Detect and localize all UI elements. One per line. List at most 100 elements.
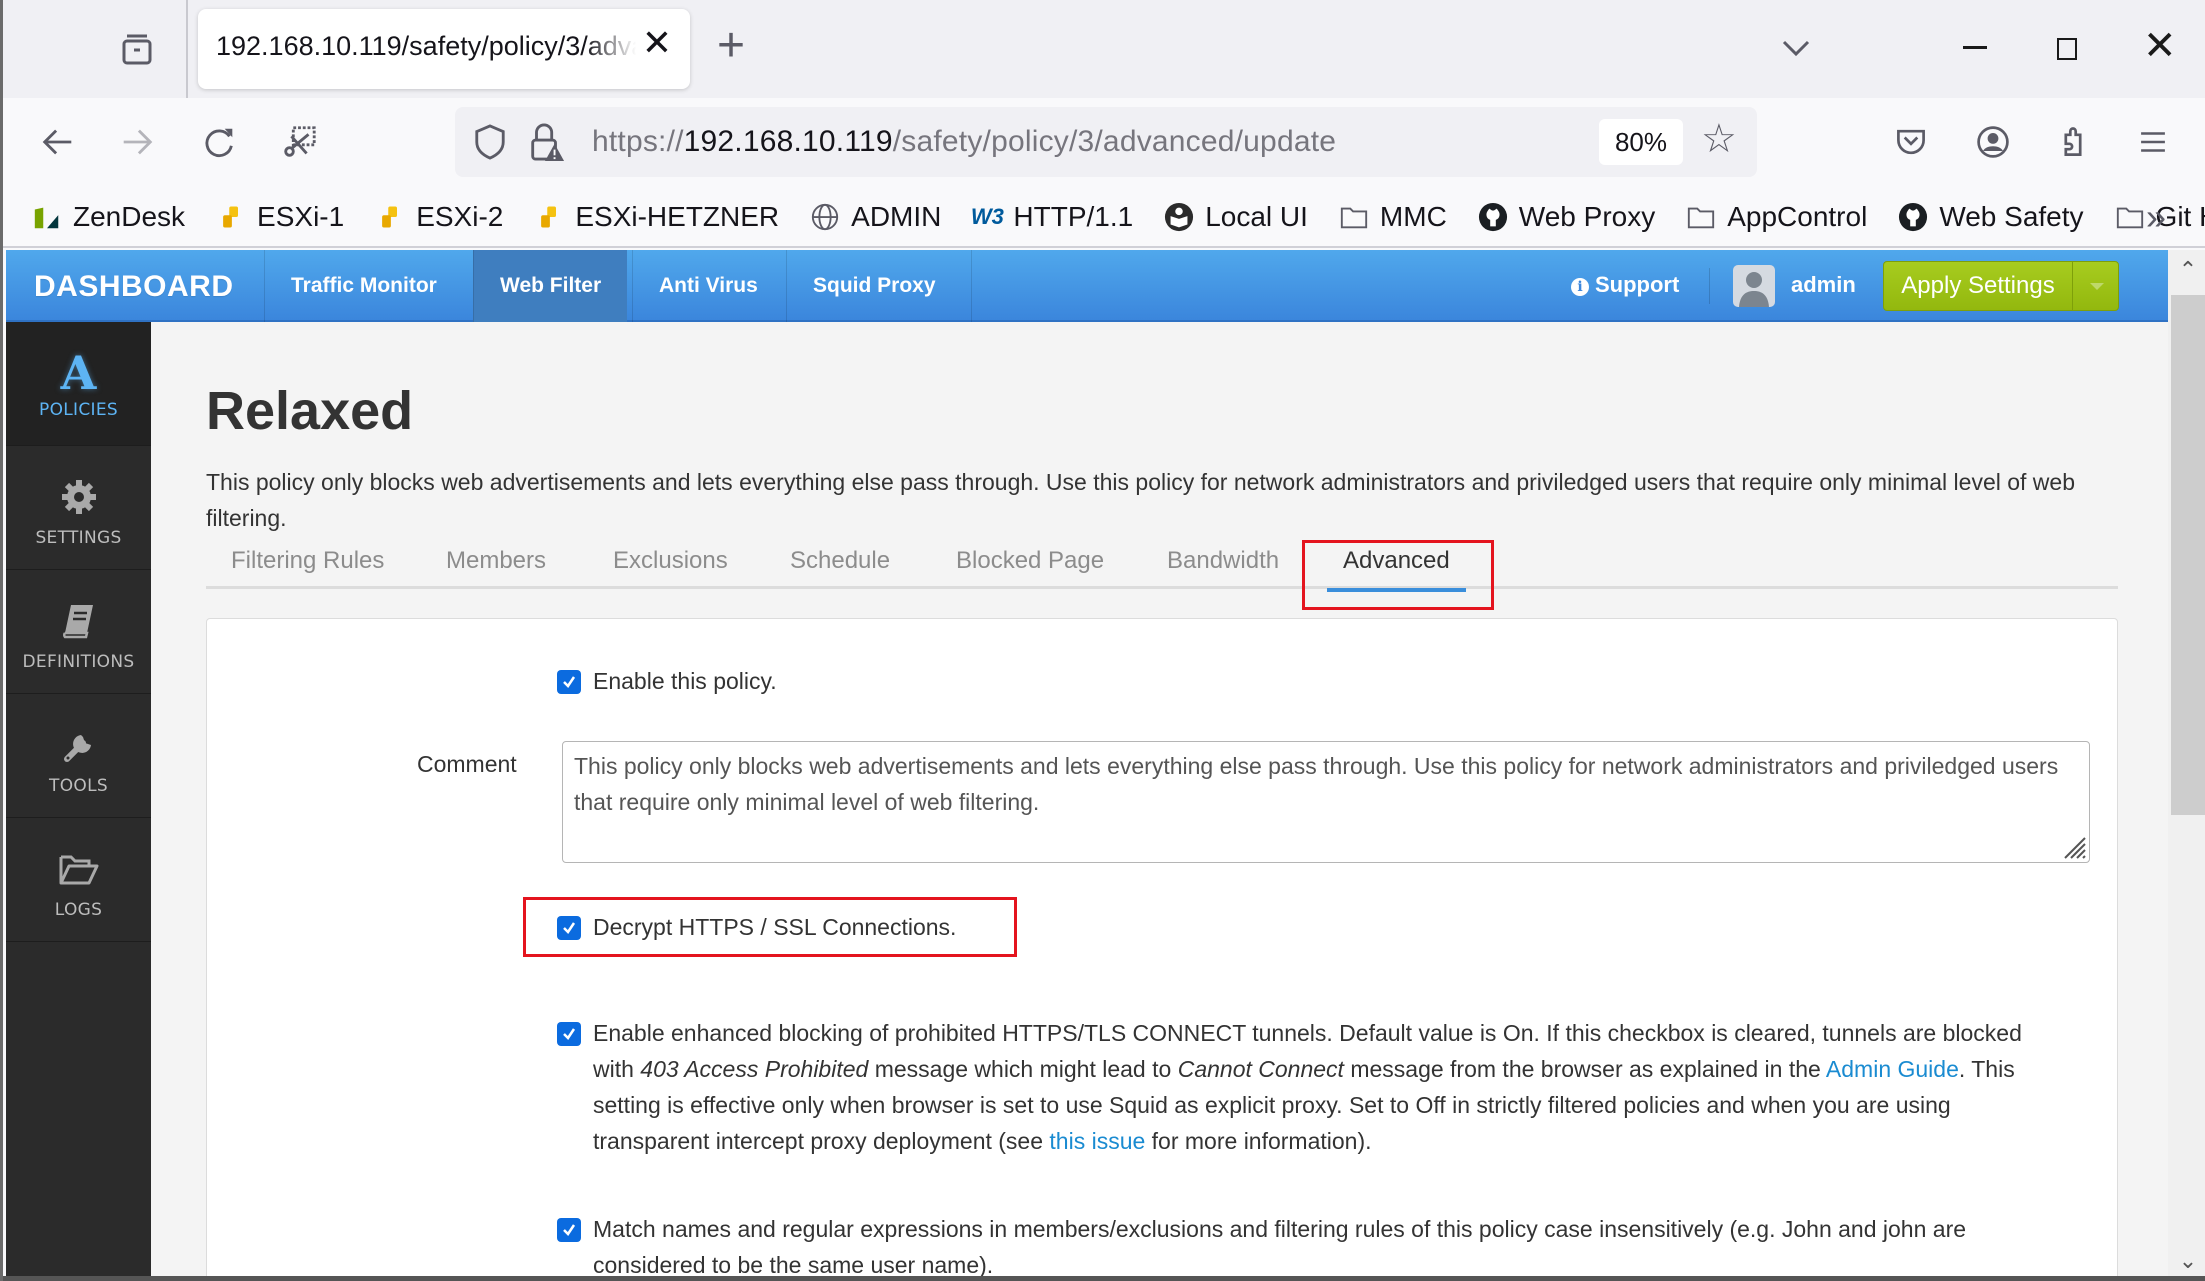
tab-filtering-rules[interactable]: Filtering Rules bbox=[231, 537, 384, 589]
bookmark-star-icon[interactable]: ☆ bbox=[1701, 119, 1737, 159]
sidebar-item-settings[interactable]: SETTINGS bbox=[6, 446, 151, 570]
sidebar-item-label: SETTINGS bbox=[35, 528, 122, 548]
bookmark-label: HTTP/1.1 bbox=[1013, 201, 1134, 232]
support-link[interactable]: i Support bbox=[1571, 272, 1679, 298]
sidebar-item-policies[interactable]: A POLICIES bbox=[6, 322, 151, 446]
maximize-button[interactable] bbox=[2057, 38, 2077, 60]
avatar[interactable] bbox=[1733, 265, 1775, 307]
scrollbar-thumb[interactable] bbox=[2171, 295, 2205, 815]
esxi-icon bbox=[533, 201, 565, 233]
case-insensitive-checkbox[interactable] bbox=[557, 1218, 581, 1242]
topnav-traffic-monitor[interactable]: Traffic Monitor bbox=[264, 250, 463, 322]
forward-button[interactable] bbox=[113, 118, 161, 166]
divider bbox=[1709, 268, 1710, 304]
comment-textarea[interactable]: This policy only blocks web advertisemen… bbox=[562, 741, 2090, 863]
bookmark-label: ADMIN bbox=[851, 201, 942, 232]
topnav-anti-virus[interactable]: Anti Virus bbox=[632, 250, 784, 322]
page-vertical-scrollbar[interactable]: ⌃ ⌄ bbox=[2168, 250, 2205, 1281]
bookmark-item[interactable]: Web Proxy bbox=[1477, 201, 1655, 233]
bookmark-item[interactable]: ADMIN bbox=[809, 201, 941, 233]
tab-close-icon[interactable]: ✕ bbox=[642, 25, 672, 61]
github-icon bbox=[1477, 201, 1509, 233]
account-icon bbox=[1977, 126, 2009, 158]
bookmark-item[interactable]: ESXi-HETZNER bbox=[533, 201, 779, 233]
policies-a-icon: A bbox=[60, 346, 97, 400]
bookmark-item[interactable]: AppControl bbox=[1685, 201, 1867, 233]
screenshot-button[interactable] bbox=[275, 118, 323, 166]
tab-members[interactable]: Members bbox=[446, 537, 546, 589]
bookmark-label: ESXi-1 bbox=[257, 201, 345, 232]
browser-tab-active[interactable]: 192.168.10.119/safety/policy/3/advanced/… bbox=[198, 9, 690, 89]
sidebar-item-definitions[interactable]: DEFINITIONS bbox=[6, 570, 151, 694]
bookmark-item[interactable]: ESXi-2 bbox=[374, 201, 503, 233]
address-bar[interactable]: https://192.168.10.119/safety/policy/3/a… bbox=[455, 107, 1757, 177]
pocket-button[interactable] bbox=[1887, 118, 1935, 166]
app-menu-button[interactable] bbox=[2129, 118, 2177, 166]
tab-schedule[interactable]: Schedule bbox=[790, 537, 890, 589]
new-tab-button[interactable]: + bbox=[717, 22, 745, 70]
topnav-squid-proxy[interactable]: Squid Proxy bbox=[786, 250, 962, 322]
enhanced-blocking-checkbox[interactable] bbox=[557, 1022, 581, 1046]
bookmark-item[interactable]: W3 HTTP/1.1 bbox=[971, 201, 1133, 233]
tracking-protection-shield-icon[interactable] bbox=[473, 123, 507, 161]
zoom-level-badge[interactable]: 80% bbox=[1599, 119, 1683, 165]
case-insensitive-checkbox-row[interactable]: Match names and regular expressions in m… bbox=[557, 1211, 2057, 1281]
tab-exclusions[interactable]: Exclusions bbox=[613, 537, 728, 589]
policy-description: This policy only blocks web advertisemen… bbox=[206, 469, 2075, 531]
insecure-lock-icon[interactable] bbox=[527, 121, 565, 163]
annotation-highlight-decrypt bbox=[523, 897, 1017, 957]
info-icon: i bbox=[1571, 278, 1589, 296]
enhanced-blocking-checkbox-row[interactable]: Enable enhanced blocking of prohibited H… bbox=[557, 1015, 2067, 1159]
puzzle-icon bbox=[2064, 127, 2082, 156]
reload-button[interactable] bbox=[195, 118, 243, 166]
wrench-icon bbox=[6, 722, 151, 768]
bookmark-item[interactable]: ESXi-1 bbox=[215, 201, 344, 233]
sidebar-item-label: TOOLS bbox=[49, 776, 108, 796]
window-close-button[interactable]: ✕ bbox=[2143, 26, 2177, 66]
back-button[interactable] bbox=[34, 118, 82, 166]
sidebar-item-logs[interactable]: LOGS bbox=[6, 818, 151, 942]
main-content: Relaxed This policy only blocks web adve… bbox=[151, 322, 2168, 1281]
gear-icon bbox=[6, 474, 151, 520]
bookmark-item[interactable]: MMC bbox=[1338, 201, 1447, 233]
this-issue-link[interactable]: this issue bbox=[1049, 1128, 1145, 1154]
tab-list-icon bbox=[122, 34, 152, 65]
bookmarks-overflow-chevron-icon[interactable]: » bbox=[2146, 196, 2166, 238]
tab-separator bbox=[186, 0, 188, 98]
tab-bar: 192.168.10.119/safety/policy/3/advanced/… bbox=[3, 0, 2205, 98]
bookmark-item[interactable]: ZenDesk bbox=[31, 201, 185, 233]
enable-policy-checkbox-row[interactable]: Enable this policy. bbox=[557, 663, 777, 699]
firefox-view-button[interactable] bbox=[115, 28, 159, 72]
dashboard-brand-link[interactable]: DASHBOARD bbox=[34, 270, 234, 304]
list-all-tabs-button[interactable] bbox=[1778, 30, 1814, 66]
enable-policy-checkbox[interactable] bbox=[557, 670, 581, 694]
folder-icon bbox=[1685, 201, 1717, 233]
tab-blocked-page[interactable]: Blocked Page bbox=[956, 537, 1104, 589]
url-text[interactable]: https://192.168.10.119/safety/policy/3/a… bbox=[592, 125, 1336, 159]
comment-value: This policy only blocks web advertisemen… bbox=[574, 753, 2059, 815]
topnav-web-filter[interactable]: Web Filter bbox=[473, 250, 628, 322]
italic-text: Cannot Connect bbox=[1177, 1056, 1344, 1082]
tab-bandwidth[interactable]: Bandwidth bbox=[1167, 537, 1279, 589]
apply-settings-button[interactable]: Apply Settings bbox=[1884, 262, 2072, 310]
italic-text: 403 Access Prohibited bbox=[640, 1056, 869, 1082]
checkmark-icon bbox=[563, 1224, 576, 1236]
bookmark-item[interactable]: Local UI bbox=[1163, 201, 1308, 233]
scroll-down-arrow-icon[interactable]: ⌄ bbox=[2168, 1241, 2205, 1281]
esxi-icon bbox=[374, 201, 406, 233]
tab-title: 192.168.10.119/safety/policy/3/advanced/… bbox=[216, 31, 636, 61]
resize-grip-icon[interactable] bbox=[2059, 832, 2087, 860]
chevron-down-icon bbox=[1782, 40, 1810, 57]
url-scheme: https:// bbox=[592, 125, 684, 158]
sidebar-item-tools[interactable]: TOOLS bbox=[6, 694, 151, 818]
apply-settings-dropdown-caret-icon[interactable] bbox=[2072, 262, 2118, 310]
minimize-button[interactable] bbox=[1963, 46, 1987, 49]
extensions-button[interactable] bbox=[2049, 118, 2097, 166]
bookmark-item[interactable]: Web Safety bbox=[1897, 201, 2084, 233]
scroll-up-arrow-icon[interactable]: ⌃ bbox=[2168, 250, 2205, 290]
reload-icon bbox=[205, 128, 233, 158]
username-link[interactable]: admin bbox=[1791, 272, 1856, 298]
admin-guide-link[interactable]: Admin Guide bbox=[1826, 1056, 1959, 1082]
arrow-right-icon bbox=[123, 129, 153, 155]
account-button[interactable] bbox=[1969, 118, 2017, 166]
